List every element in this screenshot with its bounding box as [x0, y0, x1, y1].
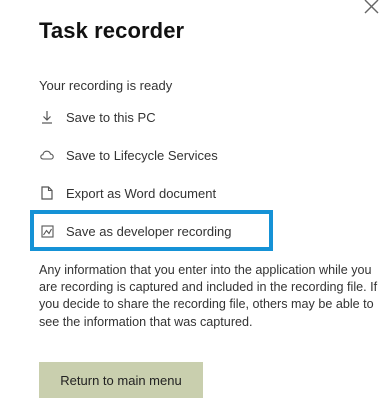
- download-icon: [40, 109, 54, 125]
- image-icon: [40, 223, 54, 239]
- save-to-lifecycle-services-link[interactable]: Save to Lifecycle Services: [40, 144, 218, 166]
- status-text: Your recording is ready: [39, 78, 173, 93]
- save-to-pc-link[interactable]: Save to this PC: [40, 106, 156, 128]
- recording-info-text: Any information that you enter into the …: [39, 263, 378, 329]
- save-to-lifecycle-services-label: Save to Lifecycle Services: [66, 147, 218, 163]
- export-word-document-link[interactable]: Export as Word document: [40, 182, 216, 204]
- page-title: Task recorder: [39, 18, 185, 43]
- save-developer-recording-label: Save as developer recording: [66, 223, 232, 239]
- export-word-document-label: Export as Word document: [66, 185, 217, 201]
- cloud-icon: [40, 147, 54, 163]
- return-to-main-menu-button[interactable]: Return to main menu: [39, 362, 203, 398]
- save-developer-recording-link[interactable]: Save as developer recording: [40, 220, 232, 242]
- document-icon: [40, 185, 54, 201]
- close-icon: [364, 0, 379, 14]
- save-to-pc-label: Save to this PC: [66, 109, 156, 125]
- close-button[interactable]: [363, 0, 381, 14]
